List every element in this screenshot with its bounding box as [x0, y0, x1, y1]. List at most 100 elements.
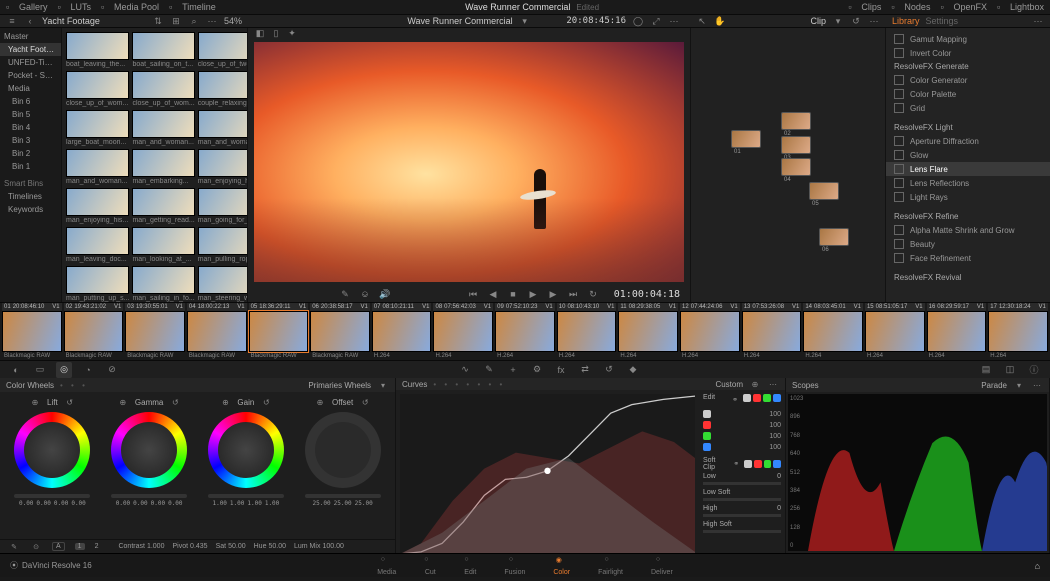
page-tab-fairlight[interactable]: ○Fairlight — [598, 556, 623, 576]
channel-dot[interactable] — [703, 443, 711, 451]
gear-icon[interactable]: ⚙ — [529, 362, 545, 378]
viewer-canvas[interactable] — [254, 42, 684, 282]
more-icon[interactable]: ⋯ — [767, 378, 779, 390]
page-tab-deliver[interactable]: ○Deliver — [651, 556, 673, 576]
next-frame-icon[interactable]: ▶ — [547, 288, 559, 300]
master-slider[interactable] — [111, 494, 187, 498]
bin-master[interactable]: Master — [0, 30, 61, 43]
adjust-value[interactable]: 50.00 — [268, 543, 286, 550]
topbar-gallery[interactable]: ▫Gallery — [6, 2, 48, 12]
library-tab[interactable]: Library — [892, 16, 920, 26]
channel-value[interactable]: 100 — [769, 411, 781, 418]
prev-frame-icon[interactable]: ◀ — [487, 288, 499, 300]
highsoft-slider[interactable] — [703, 530, 781, 533]
timeline-clip[interactable]: 1108:29:38:05V1H.264 — [618, 303, 678, 360]
low-value[interactable]: 0 — [777, 473, 781, 480]
topbar-timeline[interactable]: ▫Timeline — [169, 2, 216, 12]
more-icon[interactable]: ⋯ — [668, 15, 680, 27]
smart-bin-node[interactable]: Keywords — [0, 203, 61, 216]
hand-icon[interactable]: ✋ — [714, 15, 726, 27]
timeline-clip[interactable]: 1508:51:05:17V1H.264 — [865, 303, 925, 360]
chevron-down-icon[interactable]: ▾ — [832, 15, 844, 27]
timeline-clip[interactable]: 0219:43:21:02V1Blackmagic RAW — [64, 303, 124, 360]
wheel-value[interactable]: 1.00 — [212, 500, 226, 507]
more-icon[interactable]: ⋯ — [1031, 379, 1043, 391]
auto-label[interactable]: A — [52, 542, 65, 551]
search-icon[interactable]: ⌕ — [188, 15, 200, 27]
bin-node[interactable]: Yacht Footage — [0, 43, 61, 56]
chevron-down-icon[interactable]: ▾ — [1013, 379, 1025, 391]
bin-clip[interactable]: close_up_of_wom... — [66, 71, 129, 107]
topbar-clips[interactable]: ▫Clips — [848, 2, 881, 12]
channel-dot[interactable] — [703, 432, 711, 440]
eyedropper-icon[interactable]: ⎉ — [359, 288, 371, 300]
bin-clip[interactable]: boat_sailing_on_t... — [132, 32, 194, 68]
grid-view-icon[interactable]: ⊞ — [170, 15, 182, 27]
more-icon[interactable]: ⋯ — [1032, 15, 1044, 27]
node-05[interactable]: 05 — [809, 182, 839, 200]
reset-icon[interactable]: ↺ — [260, 396, 272, 408]
bin-clip[interactable]: man_sailing_in_fo... — [132, 266, 194, 302]
node-02[interactable]: 02 — [781, 112, 811, 130]
blur-icon[interactable]: ◔ — [80, 362, 96, 378]
fx-item[interactable]: Beauty — [886, 237, 1050, 251]
cursor-icon[interactable]: ↖ — [696, 15, 708, 27]
wheel-value[interactable]: 0.00 — [19, 500, 33, 507]
reset-icon[interactable]: ⊕ — [749, 378, 761, 390]
timeline-clip[interactable]: 0518:36:29:11V1Blackmagic RAW — [249, 303, 309, 360]
channel-dot[interactable] — [703, 421, 711, 429]
fx-item[interactable]: Lens Flare — [886, 162, 1050, 176]
reset-icon[interactable]: ↺ — [359, 396, 371, 408]
wheel-value[interactable]: 25.00 — [313, 500, 331, 507]
sc-red-swatch[interactable] — [754, 460, 762, 468]
page-1[interactable]: 1 — [75, 543, 85, 550]
reset-icon[interactable]: ↺ — [850, 15, 862, 27]
bypass-icon[interactable]: ◯ — [632, 15, 644, 27]
node-graph[interactable]: 01 02 03 04 05 06 — [690, 28, 886, 302]
wheel-value[interactable]: 0.00 — [54, 500, 68, 507]
timeline-clip[interactable]: 0319:30:55:01V1Blackmagic RAW — [125, 303, 185, 360]
play-icon[interactable]: ▶ — [527, 288, 539, 300]
fx-item[interactable]: Light Rays — [886, 190, 1050, 204]
page-2[interactable]: 2 — [95, 543, 99, 550]
wheels-mode[interactable]: Primaries Wheels — [308, 381, 371, 390]
bin-clip[interactable]: boat_leaving_the... — [66, 32, 129, 68]
bin-node[interactable]: UNFED-Timeco... — [0, 56, 61, 69]
timeline-clip[interactable]: 0807:56:42:03V1H.264 — [433, 303, 493, 360]
fx-icon[interactable]: fx — [553, 362, 569, 378]
timeline-clip[interactable]: 1008:10:43:10V1H.264 — [557, 303, 617, 360]
curves-graph[interactable] — [400, 394, 695, 554]
picker-icon[interactable]: ⊕ — [314, 396, 326, 408]
lum-swatch[interactable] — [743, 394, 751, 402]
bin-clip[interactable]: man_and_woman... — [198, 110, 247, 146]
wheel-value[interactable]: 0.00 — [71, 500, 85, 507]
channel-dot[interactable] — [703, 410, 711, 418]
wheel-value[interactable]: 1.00 — [230, 500, 244, 507]
green-swatch[interactable] — [763, 394, 771, 402]
bin-clip[interactable]: close_up_of_wom... — [132, 71, 194, 107]
bin-clip[interactable]: couple_relaxing_o... — [198, 71, 247, 107]
bin-node[interactable]: Pocket - Surf Sh... — [0, 69, 61, 82]
fx-item[interactable]: Glow — [886, 148, 1050, 162]
page-tab-fusion[interactable]: ○Fusion — [504, 556, 525, 576]
reset-icon[interactable]: ↺ — [169, 396, 181, 408]
last-frame-icon[interactable]: ⏭ — [567, 288, 579, 300]
qualifier-icon[interactable]: ◐ — [8, 362, 24, 378]
high-slider[interactable] — [703, 514, 781, 517]
color-wheel[interactable] — [305, 412, 381, 488]
keyframes-panel-icon[interactable]: ▤ — [978, 362, 994, 378]
node-04[interactable]: 04 — [781, 158, 811, 176]
image-wipe-icon[interactable]: ◧ — [254, 27, 266, 39]
tracker-icon[interactable]: ◎ — [56, 362, 72, 378]
bin-node[interactable]: Bin 3 — [0, 134, 61, 147]
sc-blue-swatch[interactable] — [773, 460, 781, 468]
bin-node[interactable]: Bin 2 — [0, 147, 61, 160]
wheel-value[interactable]: 0.00 — [116, 500, 130, 507]
color-wheel[interactable] — [14, 412, 90, 488]
add-icon[interactable]: + — [505, 362, 521, 378]
master-slider[interactable] — [305, 494, 381, 498]
timeline-clip[interactable]: 0708:10:21:11V1H.264 — [372, 303, 432, 360]
expand-icon[interactable]: ⤢ — [650, 15, 662, 27]
topbar-lightbox[interactable]: ▫Lightbox — [997, 2, 1044, 12]
timeline-clip[interactable]: 0620:38:58:17V1Blackmagic RAW — [310, 303, 370, 360]
